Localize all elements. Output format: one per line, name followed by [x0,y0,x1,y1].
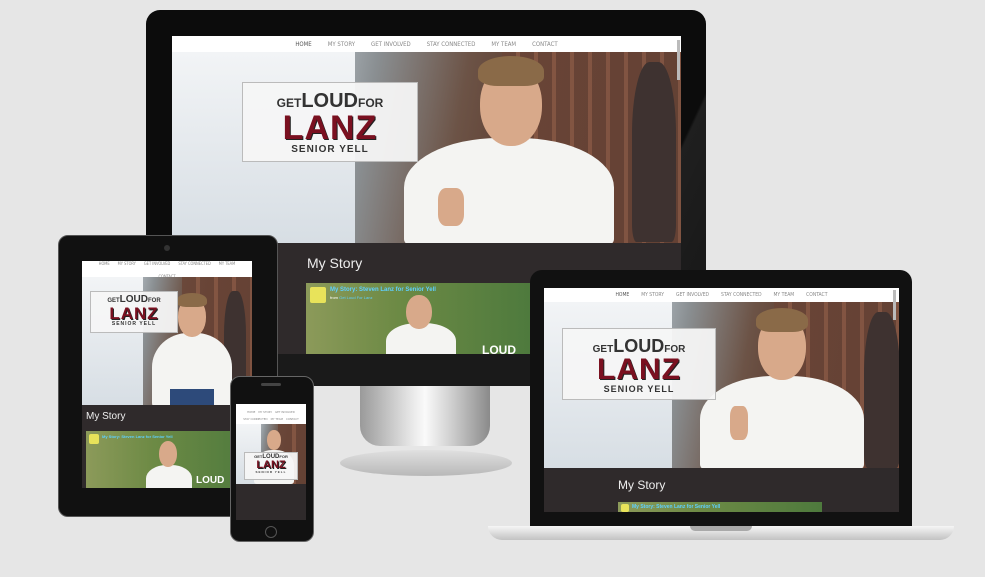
nav-home[interactable]: HOME [295,41,311,48]
laptop-screen: HOME MY STORY GET INVOLVED STAY CONNECTE… [544,288,899,512]
nav-contact[interactable]: CONTACT [806,292,827,298]
tablet-video-embed[interactable]: My Story: Steven Lanz for Senior Yell LO… [86,431,252,488]
video-channel-icon [310,287,326,303]
monitor-stand [360,386,490,446]
nav-contact[interactable]: CONTACT [532,41,558,48]
nav-my-team[interactable]: MY TEAM [774,292,795,298]
desktop-logo: GETLOUDFOR LANZ SENIOR YELL [242,82,418,162]
nav-my-team[interactable]: MY TEAM [491,41,516,48]
tablet-logo: GETLOUDFOR LANZ SENIOR YELL [90,291,178,333]
nav-home[interactable]: HOME [616,292,630,298]
tablet-screen: HOME MY STORY GET INVOLVED STAY CONNECTED MY… [82,261,252,488]
phone-device: HOME MY STORY GET INVOLVED STAY CONNECTED MY… [230,376,314,542]
laptop-logo: GETLOUDFOR LANZ SENIOR YELL [562,328,716,400]
desktop-nav: HOME MY STORY GET INVOLVED STAY CONNECTE… [172,36,681,52]
desktop-video-embed[interactable]: My Story: Steven Lanz for Senior Yell fr… [306,283,530,354]
phone-logo: GETLOUDFOR LANZ SENIOR YELL [244,452,298,480]
laptop-story-section: My Story My Story: Steven Lanz for Senio… [544,468,899,512]
nav-my-story[interactable]: MY STORY [328,41,355,48]
laptop-nav: HOME MY STORY GET INVOLVED STAY CONNECTE… [544,288,899,302]
phone-screen: HOME MY STORY GET INVOLVED STAY CONNECTED MY… [236,404,306,520]
nav-get-involved[interactable]: GET INVOLVED [371,41,411,48]
laptop-hero-image: GETLOUDFOR LANZ SENIOR YELL [544,302,899,468]
nav-stay-connected[interactable]: STAY CONNECTED [721,292,762,298]
nav-get-involved[interactable]: GET INVOLVED [676,292,709,298]
desktop-section-title: My Story [307,255,363,271]
desktop-hero-image: GETLOUDFOR LANZ SENIOR YELL [172,52,681,243]
nav-stay-connected[interactable]: STAY CONNECTED [427,41,476,48]
laptop-video-embed[interactable]: My Story: Steven Lanz for Senior Yell [618,502,822,512]
laptop-device: HOME MY STORY GET INVOLVED STAY CONNECTE… [530,270,912,528]
laptop-section-title: My Story [618,478,666,492]
nav-my-story[interactable]: MY STORY [641,292,664,298]
